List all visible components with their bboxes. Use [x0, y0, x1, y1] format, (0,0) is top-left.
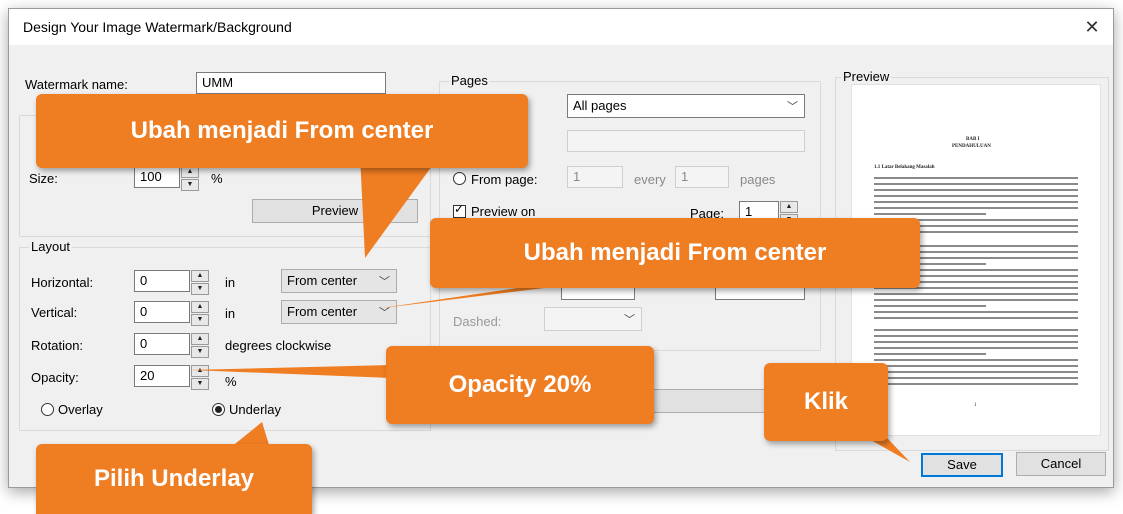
callout-opacity: Opacity 20% — [386, 346, 654, 424]
callout-pointer-1 — [360, 155, 440, 258]
callout-underlay: Pilih Underlay — [36, 444, 312, 514]
callout-pointer-3 — [190, 365, 390, 378]
callout-klik: Klik — [764, 363, 888, 441]
callout-from-center-vertical: Ubah menjadi From center — [430, 218, 920, 288]
callout-from-center-horizontal: Ubah menjadi From center — [36, 94, 528, 168]
